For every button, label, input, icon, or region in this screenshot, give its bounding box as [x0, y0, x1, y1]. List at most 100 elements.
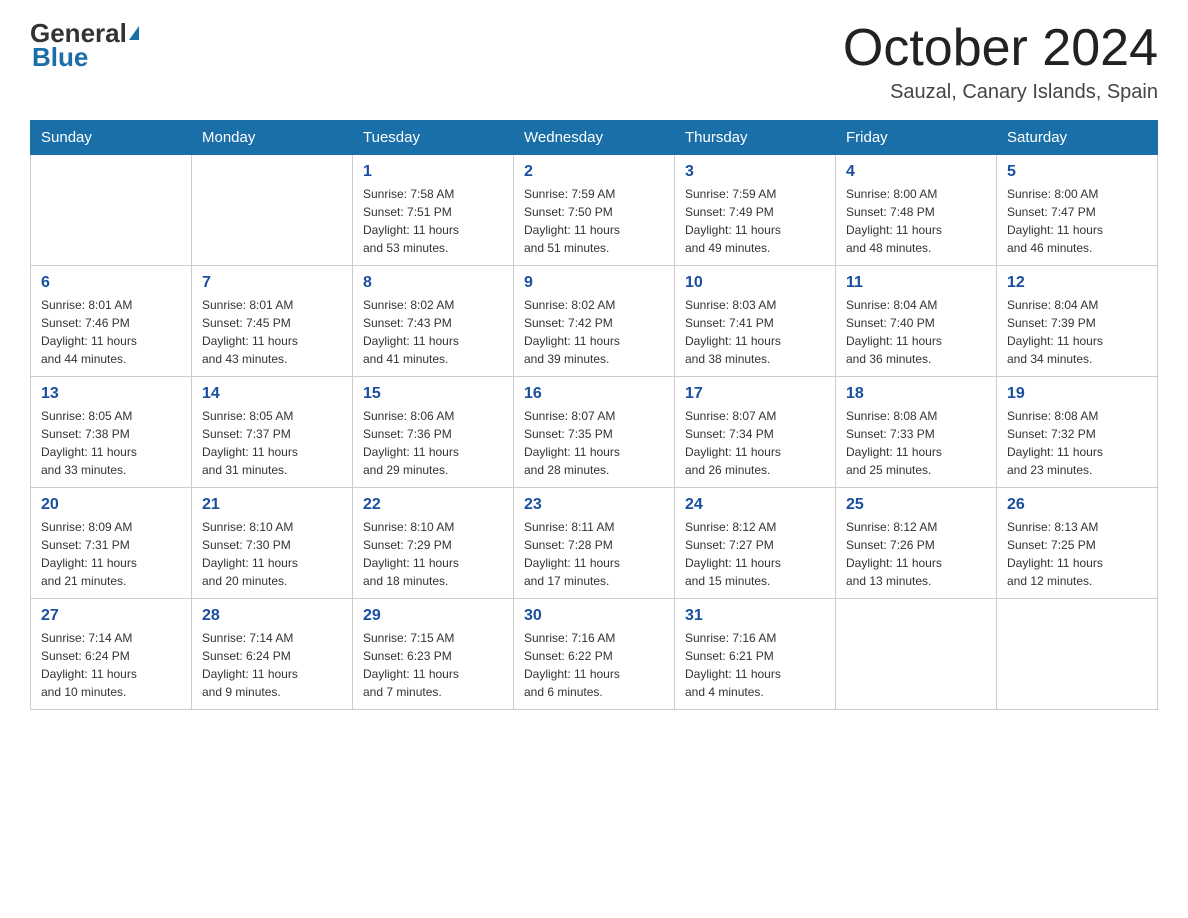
day-info: Sunrise: 8:07 AM Sunset: 7:34 PM Dayligh… — [685, 407, 825, 479]
calendar-cell: 23Sunrise: 8:11 AM Sunset: 7:28 PM Dayli… — [514, 488, 675, 599]
day-info: Sunrise: 8:03 AM Sunset: 7:41 PM Dayligh… — [685, 296, 825, 368]
logo: General Blue — [30, 20, 139, 70]
page-header: General Blue October 2024 Sauzal, Canary… — [30, 20, 1158, 104]
calendar-cell: 17 Sunrise: 8:07 AM Sunset: 7:34 PM Dayli… — [675, 377, 836, 488]
calendar-cell: 10 Sunrise: 8:03 AM Sunset: 7:41 PM Dayli… — [675, 266, 836, 377]
calendar-cell: 5Sunrise: 8:00 AM Sunset: 7:47 PM Daylig… — [997, 155, 1158, 266]
day-info: Sunrise: 8:04 AM Sunset: 7:39 PM Dayligh… — [1007, 296, 1147, 368]
weekday-header-monday: Monday — [192, 121, 353, 155]
day-number: 12 — [1007, 274, 1147, 292]
calendar-cell: 16 Sunrise: 8:07 AM Sunset: 7:35 PM Dayli… — [514, 377, 675, 488]
day-number: 22 — [363, 496, 503, 514]
calendar-cell: 28 Sunrise: 7:14 AM Sunset: 6:24 PM Dayli… — [192, 599, 353, 710]
calendar-cell: 18 Sunrise: 8:08 AM Sunset: 7:33 PM Dayli… — [836, 377, 997, 488]
day-number: 25 — [846, 496, 986, 514]
day-info: Sunrise: 8:04 AM Sunset: 7:40 PM Dayligh… — [846, 296, 986, 368]
calendar-cell: 24 Sunrise: 8:12 AM Sunset: 7:27 PM Dayli… — [675, 488, 836, 599]
day-number: 4 — [846, 163, 986, 181]
calendar-cell: 26Sunrise: 8:13 AM Sunset: 7:25 PM Dayli… — [997, 488, 1158, 599]
day-number: 17 — [685, 385, 825, 403]
day-info: Sunrise: 8:08 AM Sunset: 7:33 PM Dayligh… — [846, 407, 986, 479]
weekday-header-tuesday: Tuesday — [353, 121, 514, 155]
day-info: Sunrise: 8:10 AM Sunset: 7:30 PM Dayligh… — [202, 518, 342, 590]
calendar-cell — [31, 155, 192, 266]
day-info: Sunrise: 8:07 AM Sunset: 7:35 PM Dayligh… — [524, 407, 664, 479]
calendar-cell: 2 Sunrise: 7:59 AM Sunset: 7:50 PM Daylig… — [514, 155, 675, 266]
day-number: 16 — [524, 385, 664, 403]
calendar-week-row: 1 Sunrise: 7:58 AM Sunset: 7:51 PM Daylig… — [31, 155, 1158, 266]
weekday-header-sunday: Sunday — [31, 121, 192, 155]
day-info: Sunrise: 7:16 AM Sunset: 6:21 PM Dayligh… — [685, 629, 825, 701]
day-number: 10 — [685, 274, 825, 292]
day-number: 21 — [202, 496, 342, 514]
day-number: 2 — [524, 163, 664, 181]
weekday-header-saturday: Saturday — [997, 121, 1158, 155]
day-number: 15 — [363, 385, 503, 403]
day-number: 27 — [41, 607, 181, 625]
day-info: Sunrise: 8:00 AM Sunset: 7:48 PM Dayligh… — [846, 185, 986, 257]
calendar-cell: 25 Sunrise: 8:12 AM Sunset: 7:26 PM Dayli… — [836, 488, 997, 599]
day-info: Sunrise: 8:06 AM Sunset: 7:36 PM Dayligh… — [363, 407, 503, 479]
calendar-cell: 8 Sunrise: 8:02 AM Sunset: 7:43 PM Daylig… — [353, 266, 514, 377]
day-number: 29 — [363, 607, 503, 625]
day-number: 7 — [202, 274, 342, 292]
calendar-week-row: 20 Sunrise: 8:09 AM Sunset: 7:31 PM Dayli… — [31, 488, 1158, 599]
calendar-cell: 1 Sunrise: 7:58 AM Sunset: 7:51 PM Daylig… — [353, 155, 514, 266]
day-number: 30 — [524, 607, 664, 625]
day-number: 8 — [363, 274, 503, 292]
calendar-cell: 13Sunrise: 8:05 AM Sunset: 7:38 PM Dayli… — [31, 377, 192, 488]
day-info: Sunrise: 8:01 AM Sunset: 7:46 PM Dayligh… — [41, 296, 181, 368]
day-info: Sunrise: 7:59 AM Sunset: 7:50 PM Dayligh… — [524, 185, 664, 257]
calendar-table: SundayMondayTuesdayWednesdayThursdayFrid… — [30, 120, 1158, 710]
calendar-cell — [192, 155, 353, 266]
day-info: Sunrise: 8:08 AM Sunset: 7:32 PM Dayligh… — [1007, 407, 1147, 479]
day-number: 14 — [202, 385, 342, 403]
calendar-cell: 29 Sunrise: 7:15 AM Sunset: 6:23 PM Dayli… — [353, 599, 514, 710]
day-number: 11 — [846, 274, 986, 292]
calendar-cell: 30Sunrise: 7:16 AM Sunset: 6:22 PM Dayli… — [514, 599, 675, 710]
day-number: 1 — [363, 163, 503, 181]
calendar-cell: 9Sunrise: 8:02 AM Sunset: 7:42 PM Daylig… — [514, 266, 675, 377]
day-number: 18 — [846, 385, 986, 403]
day-number: 20 — [41, 496, 181, 514]
calendar-cell: 27Sunrise: 7:14 AM Sunset: 6:24 PM Dayli… — [31, 599, 192, 710]
day-number: 9 — [524, 274, 664, 292]
day-info: Sunrise: 8:00 AM Sunset: 7:47 PM Dayligh… — [1007, 185, 1147, 257]
calendar-cell: 19 Sunrise: 8:08 AM Sunset: 7:32 PM Dayli… — [997, 377, 1158, 488]
calendar-cell: 7Sunrise: 8:01 AM Sunset: 7:45 PM Daylig… — [192, 266, 353, 377]
day-info: Sunrise: 8:12 AM Sunset: 7:27 PM Dayligh… — [685, 518, 825, 590]
weekday-header-friday: Friday — [836, 121, 997, 155]
calendar-cell: 3Sunrise: 7:59 AM Sunset: 7:49 PM Daylig… — [675, 155, 836, 266]
calendar-cell: 11 Sunrise: 8:04 AM Sunset: 7:40 PM Dayli… — [836, 266, 997, 377]
calendar-cell: 14Sunrise: 8:05 AM Sunset: 7:37 PM Dayli… — [192, 377, 353, 488]
day-number: 28 — [202, 607, 342, 625]
day-info: Sunrise: 8:02 AM Sunset: 7:43 PM Dayligh… — [363, 296, 503, 368]
calendar-cell: 6 Sunrise: 8:01 AM Sunset: 7:46 PM Daylig… — [31, 266, 192, 377]
day-info: Sunrise: 8:13 AM Sunset: 7:25 PM Dayligh… — [1007, 518, 1147, 590]
calendar-cell: 31Sunrise: 7:16 AM Sunset: 6:21 PM Dayli… — [675, 599, 836, 710]
day-info: Sunrise: 7:58 AM Sunset: 7:51 PM Dayligh… — [363, 185, 503, 257]
title-block: October 2024 Sauzal, Canary Islands, Spa… — [843, 20, 1158, 104]
day-number: 6 — [41, 274, 181, 292]
logo-triangle-icon — [129, 26, 139, 40]
day-info: Sunrise: 8:12 AM Sunset: 7:26 PM Dayligh… — [846, 518, 986, 590]
weekday-header-thursday: Thursday — [675, 121, 836, 155]
month-title: October 2024 — [843, 20, 1158, 77]
day-info: Sunrise: 7:59 AM Sunset: 7:49 PM Dayligh… — [685, 185, 825, 257]
calendar-cell — [836, 599, 997, 710]
day-number: 19 — [1007, 385, 1147, 403]
day-info: Sunrise: 8:10 AM Sunset: 7:29 PM Dayligh… — [363, 518, 503, 590]
calendar-cell: 22 Sunrise: 8:10 AM Sunset: 7:29 PM Dayli… — [353, 488, 514, 599]
day-info: Sunrise: 7:14 AM Sunset: 6:24 PM Dayligh… — [202, 629, 342, 701]
location-text: Sauzal, Canary Islands, Spain — [843, 81, 1158, 104]
day-number: 13 — [41, 385, 181, 403]
calendar-week-row: 27 Sunrise: 7:14 AM Sunset: 6:24 PM Dayli… — [31, 599, 1158, 710]
calendar-cell: 15 Sunrise: 8:06 AM Sunset: 7:36 PM Dayli… — [353, 377, 514, 488]
day-info: Sunrise: 8:09 AM Sunset: 7:31 PM Dayligh… — [41, 518, 181, 590]
calendar-week-row: 6 Sunrise: 8:01 AM Sunset: 7:46 PM Daylig… — [31, 266, 1158, 377]
day-number: 24 — [685, 496, 825, 514]
day-info: Sunrise: 8:11 AM Sunset: 7:28 PM Dayligh… — [524, 518, 664, 590]
weekday-header-wednesday: Wednesday — [514, 121, 675, 155]
calendar-cell — [997, 599, 1158, 710]
day-info: Sunrise: 7:15 AM Sunset: 6:23 PM Dayligh… — [363, 629, 503, 701]
